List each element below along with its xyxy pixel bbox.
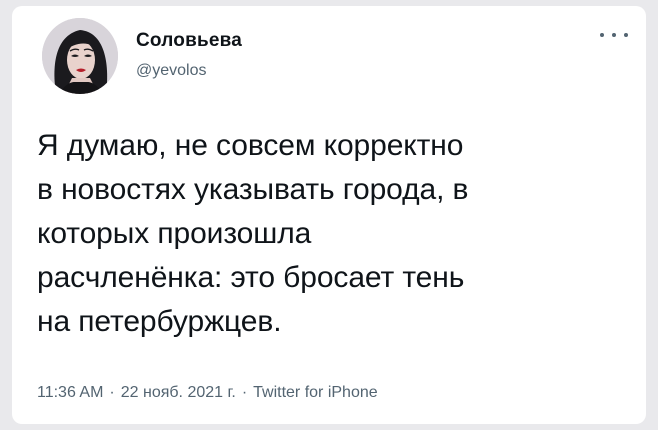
tweet-text: Я думаю, не совсем корректно в новостях … [37,129,469,338]
avatar[interactable] [42,18,118,94]
separator: · [241,384,248,401]
user-handle[interactable]: @yevolos [136,62,207,80]
more-options-icon[interactable] [600,28,628,42]
tweet-metadata: 11:36 AM · 22 нояб. 2021 г. · Twitter for iP… [37,384,378,402]
tweet-card: Соловьева @yevolos Я думаю, не совсем ко… [12,6,646,424]
separator: · [109,384,115,401]
avatar-illustration [42,18,118,94]
tweet-date[interactable]: 22 нояб. 2021 г. [121,384,236,401]
dot-icon [600,33,604,37]
tweet-time[interactable]: 11:36 AM [37,384,103,401]
dot-icon [624,33,628,37]
dot-icon [612,33,616,37]
display-name[interactable]: Соловьева [136,30,242,52]
tweet-source-link[interactable]: Twitter for iPhone [253,384,378,401]
